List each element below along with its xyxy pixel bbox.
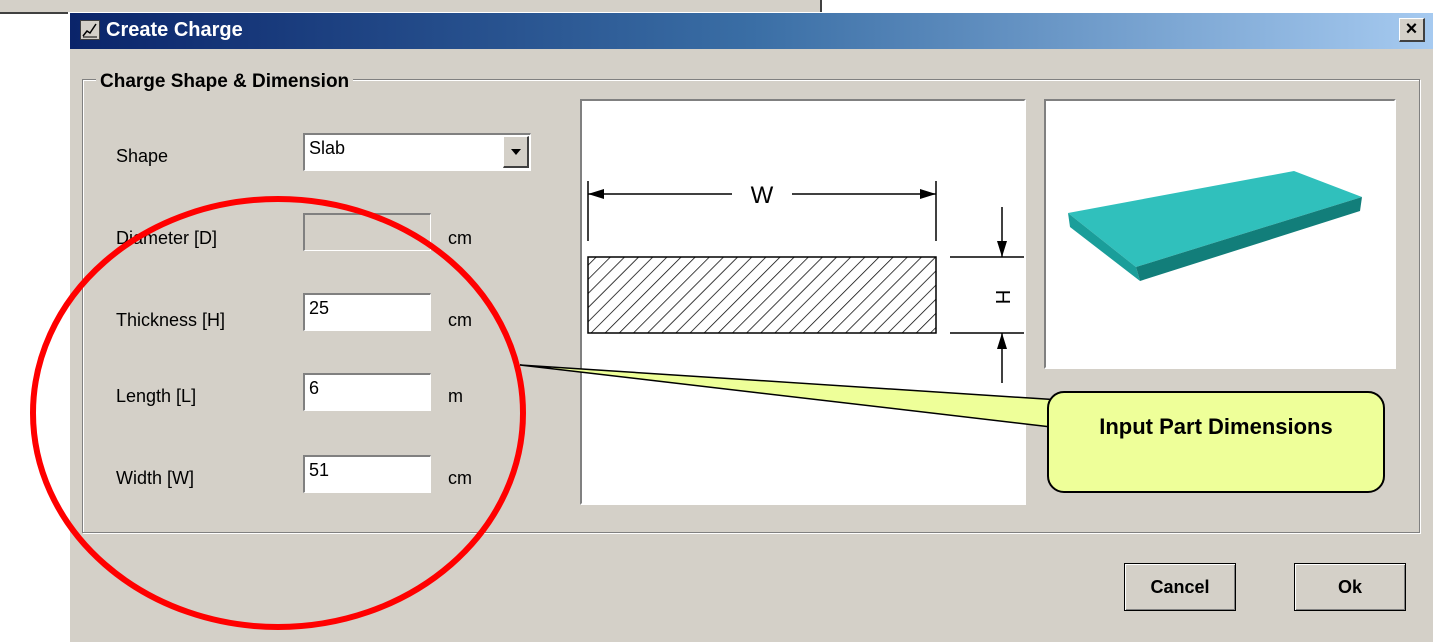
diameter-input[interactable] <box>303 213 431 251</box>
dropdown-arrow-icon[interactable] <box>503 136 529 168</box>
width-dimension-label: W <box>751 182 774 209</box>
dimension-diagram: W H <box>587 181 1024 383</box>
dimension-diagram-panel: W H <box>580 99 1026 505</box>
diameter-unit: cm <box>448 228 472 248</box>
title-bar[interactable]: Create Charge × <box>70 13 1433 49</box>
shape-label: Shape <box>116 146 169 166</box>
slab-3d-icon <box>1068 171 1362 281</box>
app-icon <box>80 20 100 40</box>
shape-select-value: Slab <box>309 138 346 158</box>
thickness-label: Thickness [H] <box>116 310 226 330</box>
cancel-button[interactable]: Cancel <box>1124 563 1236 611</box>
length-label: Length [L] <box>116 386 197 406</box>
width-label: Width [W] <box>116 468 195 488</box>
create-charge-dialog: Create Charge × Charge Shape & Dimension… <box>68 12 1433 642</box>
thickness-unit: cm <box>448 310 472 330</box>
callout-text: Input Part Dimensions <box>1099 414 1333 439</box>
thickness-input[interactable]: 25 <box>303 293 431 331</box>
shape-select[interactable]: Slab <box>303 133 531 171</box>
ok-button[interactable]: Ok <box>1294 563 1406 611</box>
dialog-title: Create Charge <box>106 19 243 41</box>
width-unit: cm <box>448 468 472 488</box>
length-input[interactable]: 6 <box>303 373 431 411</box>
diameter-label: Diameter [D] <box>116 228 218 248</box>
height-dimension-label: H <box>991 290 1013 304</box>
close-button[interactable]: × <box>1399 18 1425 42</box>
close-icon: × <box>1405 18 1418 40</box>
length-unit: m <box>448 386 463 406</box>
group-legend: Charge Shape & Dimension <box>96 71 354 93</box>
width-input[interactable]: 51 <box>303 455 431 493</box>
shape-preview-panel <box>1044 99 1396 369</box>
